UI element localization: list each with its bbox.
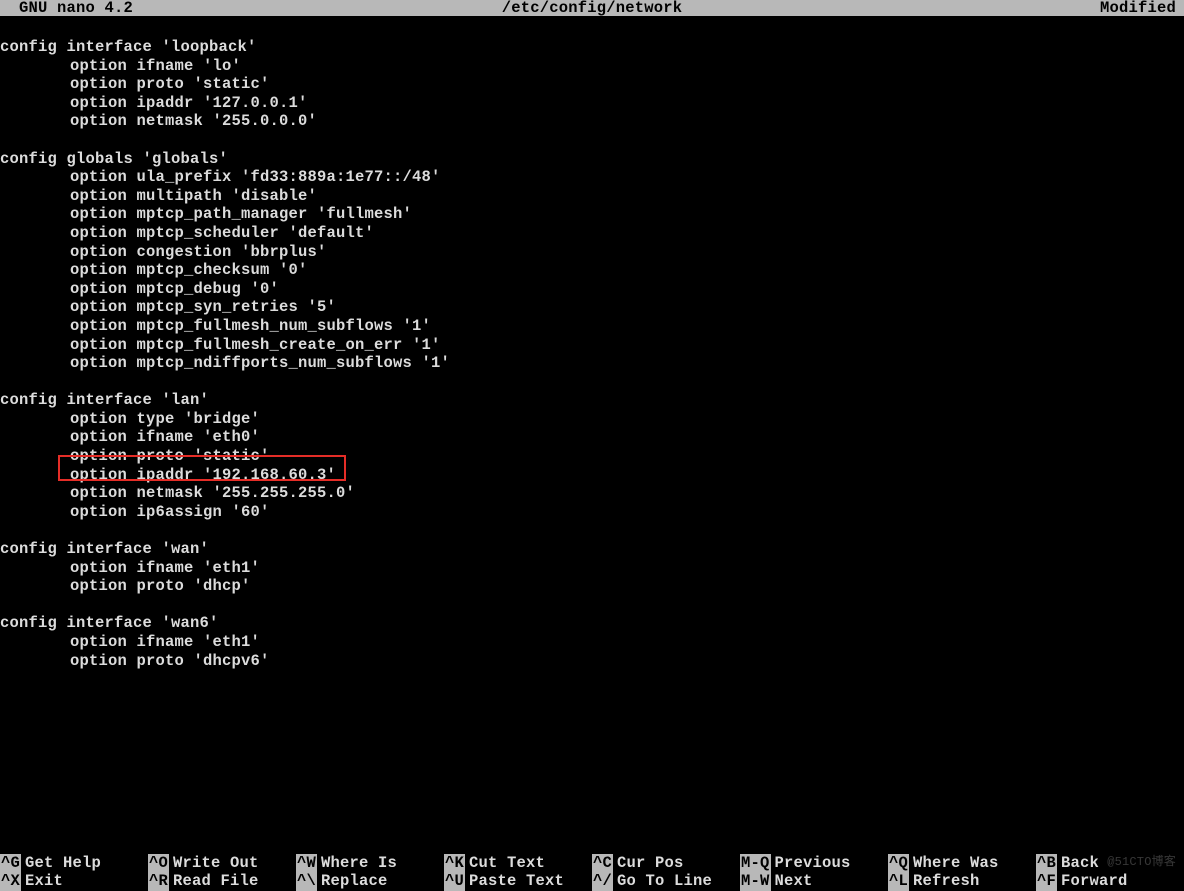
editor-line[interactable]: config interface 'loopback' bbox=[0, 38, 1184, 57]
editor-line[interactable]: config interface 'wan' bbox=[0, 540, 1184, 559]
shortcut-label: Refresh bbox=[909, 872, 980, 891]
editor-line[interactable]: option multipath 'disable' bbox=[0, 187, 1184, 206]
editor-line[interactable]: option mptcp_path_manager 'fullmesh' bbox=[0, 205, 1184, 224]
shortcut-key: M-W bbox=[740, 872, 771, 891]
shortcut-key: ^O bbox=[148, 854, 169, 873]
title-bar: GNU nano 4.2 /etc/config/network Modifie… bbox=[0, 0, 1184, 16]
editor-line[interactable]: option proto 'dhcp' bbox=[0, 577, 1184, 596]
shortcut-label: Next bbox=[771, 872, 813, 891]
editor-line[interactable]: option ipaddr '192.168.60.3' bbox=[0, 466, 1184, 485]
editor-line[interactable]: option type 'bridge' bbox=[0, 410, 1184, 429]
shortcut-label: Cur Pos bbox=[613, 854, 684, 873]
shortcut-key: ^B bbox=[1036, 854, 1057, 873]
editor-line[interactable]: config interface 'wan6' bbox=[0, 614, 1184, 633]
shortcut-label: Forward bbox=[1057, 872, 1128, 891]
editor-line[interactable]: option ifname 'eth0' bbox=[0, 428, 1184, 447]
editor-line[interactable]: option mptcp_syn_retries '5' bbox=[0, 298, 1184, 317]
editor-line[interactable]: option mptcp_fullmesh_num_subflows '1' bbox=[0, 317, 1184, 336]
shortcut-label: Previous bbox=[771, 854, 851, 873]
shortcut-label: Exit bbox=[21, 872, 63, 891]
editor-line[interactable]: option netmask '255.0.0.0' bbox=[0, 112, 1184, 131]
shortcut-item[interactable]: ^\Replace bbox=[296, 872, 444, 891]
shortcut-key: ^G bbox=[0, 854, 21, 873]
shortcut-row-1: ^XExit^RRead File^\Replace^UPaste Text^/… bbox=[0, 872, 1184, 891]
shortcut-label: Go To Line bbox=[613, 872, 712, 891]
shortcut-item[interactable]: ^KCut Text bbox=[444, 854, 592, 873]
shortcut-item[interactable]: ^WWhere Is bbox=[296, 854, 444, 873]
editor-line[interactable]: option netmask '255.255.255.0' bbox=[0, 484, 1184, 503]
shortcut-bar: ^GGet Help^OWrite Out^WWhere Is^KCut Tex… bbox=[0, 854, 1184, 891]
editor-line[interactable]: option proto 'dhcpv6' bbox=[0, 652, 1184, 671]
shortcut-key: ^X bbox=[0, 872, 21, 891]
editor-body[interactable]: config interface 'loopback'option ifname… bbox=[0, 38, 1184, 670]
title-status: Modified bbox=[1100, 0, 1184, 16]
editor-line[interactable]: option ifname 'eth1' bbox=[0, 633, 1184, 652]
editor-line[interactable]: option mptcp_debug '0' bbox=[0, 280, 1184, 299]
title-file: /etc/config/network bbox=[502, 0, 683, 16]
editor-line[interactable]: option ifname 'eth1' bbox=[0, 559, 1184, 578]
shortcut-item[interactable]: ^OWrite Out bbox=[148, 854, 296, 873]
shortcut-key: ^K bbox=[444, 854, 465, 873]
title-app: GNU nano 4.2 bbox=[0, 0, 133, 16]
shortcut-row-0: ^GGet Help^OWrite Out^WWhere Is^KCut Tex… bbox=[0, 854, 1184, 873]
shortcut-item[interactable]: ^/Go To Line bbox=[592, 872, 740, 891]
shortcut-item[interactable]: M-QPrevious bbox=[740, 854, 888, 873]
editor-line[interactable]: config globals 'globals' bbox=[0, 150, 1184, 169]
shortcut-key: ^/ bbox=[592, 872, 613, 891]
shortcut-label: Write Out bbox=[169, 854, 259, 873]
shortcut-label: Cut Text bbox=[465, 854, 545, 873]
shortcut-label: Back bbox=[1057, 854, 1099, 873]
editor-line[interactable]: option mptcp_scheduler 'default' bbox=[0, 224, 1184, 243]
shortcut-item[interactable]: ^LRefresh bbox=[888, 872, 1036, 891]
editor-line[interactable]: option ifname 'lo' bbox=[0, 57, 1184, 76]
editor-line[interactable]: option congestion 'bbrplus' bbox=[0, 243, 1184, 262]
shortcut-label: Get Help bbox=[21, 854, 101, 873]
shortcut-label: Where Is bbox=[317, 854, 397, 873]
shortcut-item[interactable]: ^GGet Help bbox=[0, 854, 148, 873]
shortcut-key: ^U bbox=[444, 872, 465, 891]
shortcut-key: ^\ bbox=[296, 872, 317, 891]
shortcut-label: Paste Text bbox=[465, 872, 564, 891]
shortcut-label: Where Was bbox=[909, 854, 999, 873]
shortcut-key: ^W bbox=[296, 854, 317, 873]
shortcut-label: Read File bbox=[169, 872, 259, 891]
shortcut-item[interactable]: ^QWhere Was bbox=[888, 854, 1036, 873]
watermark: @51CTO博客 bbox=[1107, 852, 1176, 869]
shortcut-item[interactable]: ^UPaste Text bbox=[444, 872, 592, 891]
editor-line[interactable]: option ip6assign '60' bbox=[0, 503, 1184, 522]
editor-line[interactable]: option mptcp_checksum '0' bbox=[0, 261, 1184, 280]
editor-line[interactable] bbox=[0, 373, 1184, 392]
shortcut-key: ^R bbox=[148, 872, 169, 891]
shortcut-item[interactable]: M-WNext bbox=[740, 872, 888, 891]
editor-line[interactable]: option ula_prefix 'fd33:889a:1e77::/48' bbox=[0, 168, 1184, 187]
editor-line[interactable]: config interface 'lan' bbox=[0, 391, 1184, 410]
editor-line[interactable]: option proto 'static' bbox=[0, 75, 1184, 94]
editor-line[interactable]: option proto 'static' bbox=[0, 447, 1184, 466]
editor-line[interactable] bbox=[0, 131, 1184, 150]
shortcut-item[interactable]: ^CCur Pos bbox=[592, 854, 740, 873]
shortcut-key: ^L bbox=[888, 872, 909, 891]
shortcut-key: ^F bbox=[1036, 872, 1057, 891]
shortcut-item[interactable]: ^RRead File bbox=[148, 872, 296, 891]
shortcut-label: Replace bbox=[317, 872, 388, 891]
shortcut-key: ^Q bbox=[888, 854, 909, 873]
shortcut-key: ^C bbox=[592, 854, 613, 873]
editor-line[interactable]: option mptcp_ndiffports_num_subflows '1' bbox=[0, 354, 1184, 373]
shortcut-item[interactable]: ^FForward bbox=[1036, 872, 1184, 891]
editor-line[interactable] bbox=[0, 596, 1184, 615]
editor-line[interactable]: option mptcp_fullmesh_create_on_err '1' bbox=[0, 336, 1184, 355]
editor-line[interactable]: option ipaddr '127.0.0.1' bbox=[0, 94, 1184, 113]
shortcut-item[interactable]: ^XExit bbox=[0, 872, 148, 891]
editor-line[interactable] bbox=[0, 521, 1184, 540]
shortcut-key: M-Q bbox=[740, 854, 771, 873]
